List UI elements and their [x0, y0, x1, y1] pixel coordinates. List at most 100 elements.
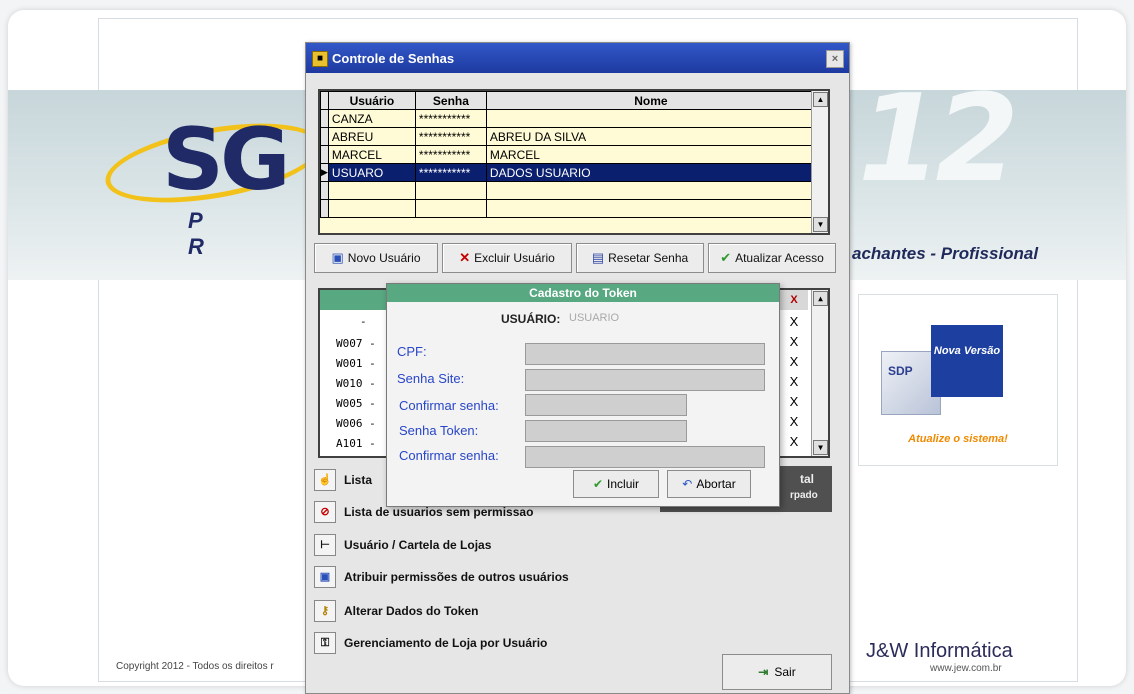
reset-icon: ▤: [591, 250, 605, 265]
exit-label: Sair: [774, 665, 796, 679]
logo-subletters: P R: [188, 208, 244, 259]
menu-user-store-card[interactable]: ⊢ Usuário / Cartela de Lojas: [314, 532, 834, 558]
menu-user-store-card-label: Usuário / Cartela de Lojas: [344, 538, 492, 552]
token-registration-dialog: Cadastro do Token USUÁRIO: USUARIO CPF: …: [386, 283, 780, 507]
user-value: USUARIO: [569, 312, 620, 324]
table-row-empty[interactable]: [320, 181, 816, 200]
cell-empty[interactable]: [485, 199, 816, 218]
reset-password-button[interactable]: ▤ Resetar Senha: [576, 243, 704, 273]
user-label: USUÁRIO:: [501, 312, 561, 326]
menu-change-token[interactable]: ⚷ Alterar Dados do Token: [314, 598, 834, 624]
company-url: www.jew.com.br: [930, 663, 1002, 674]
window-titlebar[interactable]: ■ Controle de Senhas ×: [306, 43, 849, 73]
table-row-selected[interactable]: ▶ USUARO *********** DADOS USUARIO: [320, 163, 816, 182]
row-indicator: [320, 181, 329, 200]
list-item[interactable]: W006 -: [336, 414, 376, 434]
cell-usuario[interactable]: MARCEL: [327, 145, 416, 164]
permission-x-mark[interactable]: X: [780, 334, 808, 349]
list-item[interactable]: W010 -: [336, 374, 376, 394]
abort-button[interactable]: ↶ Abortar: [667, 470, 751, 498]
menu-store-management[interactable]: ⚿ Gerenciamento de Loja por Usuário: [314, 630, 834, 656]
cell-usuario[interactable]: ABREU: [327, 127, 416, 146]
permission-x-mark[interactable]: X: [780, 394, 808, 409]
update-link[interactable]: Atualize o sistema!: [859, 433, 1057, 445]
users-table-scrollbar[interactable]: ▲ ▼: [811, 91, 828, 233]
new-version-text: Nova Versão: [933, 345, 1001, 357]
cpf-label: CPF:: [397, 344, 427, 359]
users-table[interactable]: Usuário Senha Nome CANZA *********** ABR…: [318, 89, 830, 235]
permission-x-mark[interactable]: X: [780, 414, 808, 429]
cell-empty[interactable]: [327, 199, 416, 218]
column-header-senha[interactable]: Senha: [414, 91, 487, 110]
table-row-empty[interactable]: [320, 199, 816, 218]
check-icon: ✔: [720, 250, 732, 265]
close-icon[interactable]: ×: [826, 50, 844, 68]
table-row[interactable]: ABREU *********** ABREU DA SILVA: [320, 127, 816, 146]
permission-x-mark[interactable]: X: [780, 314, 808, 329]
tree-icon: ⊢: [314, 534, 336, 556]
cell-empty[interactable]: [414, 181, 487, 200]
permission-x-mark[interactable]: X: [780, 354, 808, 369]
cell-nome[interactable]: MARCEL: [485, 145, 816, 164]
exit-button[interactable]: ⇥ Sair: [722, 654, 832, 690]
confirm-token-password-field[interactable]: [525, 446, 765, 468]
confirm-site-password-field[interactable]: [525, 394, 687, 416]
update-ad[interactable]: SDP Nova Versão Atualize o sistema!: [858, 294, 1058, 466]
company-name: J&W Informática: [866, 640, 1013, 662]
cell-empty[interactable]: [485, 181, 816, 200]
scroll-up-icon[interactable]: ▲: [813, 92, 828, 107]
list-item[interactable]: A101 -: [336, 434, 376, 454]
cell-senha[interactable]: ***********: [414, 127, 487, 146]
cell-senha[interactable]: ***********: [414, 145, 487, 164]
list-item[interactable]: -: [360, 312, 367, 332]
list-item[interactable]: W007 -: [336, 334, 376, 354]
product-subtitle: achantes - Profissional: [852, 244, 1039, 263]
cell-empty[interactable]: [327, 181, 416, 200]
site-password-field[interactable]: [525, 369, 765, 391]
cpf-field[interactable]: [525, 343, 765, 365]
cell-senha[interactable]: ***********: [414, 109, 487, 128]
include-button[interactable]: ✔ Incluir: [573, 470, 659, 498]
delete-user-button[interactable]: ✕ Excluir Usuário: [442, 243, 572, 273]
new-user-button[interactable]: ▣ Novo Usuário: [314, 243, 438, 273]
token-password-field[interactable]: [525, 420, 687, 442]
menu-assign-permissions[interactable]: ▣ Atribuir permissões de outros usuários: [314, 564, 834, 590]
site-password-label: Senha Site:: [397, 371, 465, 386]
box-label: SDP: [888, 364, 913, 378]
permissions-scrollbar[interactable]: ▲ ▼: [811, 290, 828, 456]
undo-icon: ↶: [682, 477, 693, 491]
cell-nome[interactable]: [485, 109, 816, 128]
dialog-title[interactable]: Cadastro do Token: [387, 284, 779, 302]
total-label: tal: [800, 472, 815, 486]
row-indicator: [320, 127, 329, 146]
new-user-label: Novo Usuário: [347, 251, 421, 265]
update-access-button[interactable]: ✔ Atualizar Acesso: [708, 243, 836, 273]
scroll-down-icon[interactable]: ▼: [813, 440, 828, 455]
column-header-usuario[interactable]: Usuário: [327, 91, 416, 110]
cell-empty[interactable]: [414, 199, 487, 218]
user-actions-toolbar: ▣ Novo Usuário ✕ Excluir Usuário ▤ Reset…: [314, 243, 844, 273]
cell-senha[interactable]: ***********: [414, 163, 487, 182]
table-row[interactable]: CANZA ***********: [320, 109, 816, 128]
cell-usuario[interactable]: USUARO: [327, 163, 416, 182]
key-icon: ⚷: [314, 600, 336, 622]
scroll-down-icon[interactable]: ▼: [813, 217, 828, 232]
menu-assign-permissions-label: Atribuir permissões de outros usuários: [344, 570, 569, 584]
include-label: Incluir: [607, 477, 640, 491]
scroll-up-icon[interactable]: ▲: [813, 291, 828, 306]
list-item[interactable]: W005 -: [336, 394, 376, 414]
permission-x-mark[interactable]: X: [780, 434, 808, 449]
list-item[interactable]: W001 -: [336, 354, 376, 374]
cell-usuario[interactable]: CANZA: [327, 109, 416, 128]
cell-nome[interactable]: DADOS USUARIO: [485, 163, 816, 182]
copyright-text: Copyright 2012 - Todos os direitos r: [116, 661, 274, 672]
check-icon: ✔: [592, 477, 604, 491]
lock-icon: ⚿: [314, 632, 336, 654]
table-row[interactable]: MARCEL *********** MARCEL: [320, 145, 816, 164]
cell-nome[interactable]: ABREU DA SILVA: [485, 127, 816, 146]
permission-x-mark[interactable]: X: [780, 374, 808, 389]
row-indicator: [320, 199, 329, 218]
column-header-nome[interactable]: Nome: [485, 91, 816, 110]
app-icon: ■: [312, 51, 328, 67]
menu-lista-label: Lista: [344, 473, 373, 487]
